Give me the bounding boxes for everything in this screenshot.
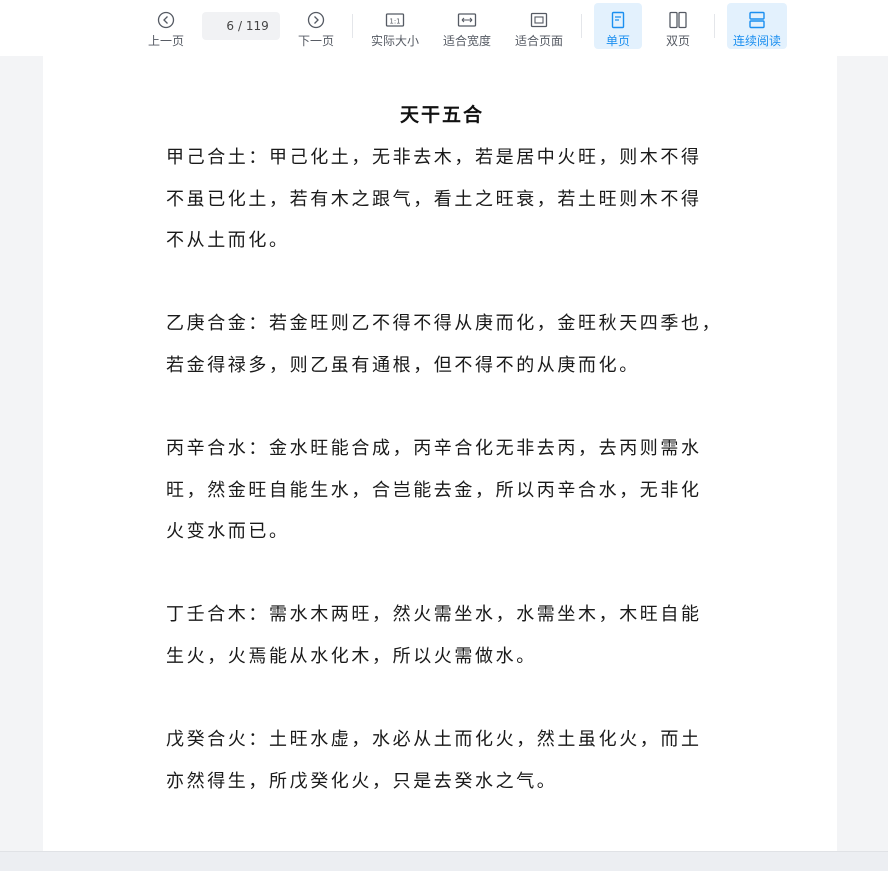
double-page-button[interactable]: 双页 [654, 3, 702, 49]
prev-page-button[interactable]: 上一页 [146, 3, 186, 49]
svg-text:1:1: 1:1 [389, 17, 400, 25]
fit-width-button[interactable]: 适合宽度 [441, 3, 493, 49]
continuous-reading-button[interactable]: 连续阅读 [727, 3, 787, 49]
fit-width-label: 适合宽度 [442, 34, 491, 48]
double-page-label: 双页 [665, 34, 690, 48]
single-page-icon [610, 9, 626, 30]
viewer-toolbar: 上一页 6 / 119 下一页 1:1 实际大小 适合宽度 适合页面 单页 双页… [0, 0, 888, 56]
paragraph-wugui: 戊癸合火：土旺水虚，水必从土而化火，然土虽化火，而土 亦然得生，所戊癸化火，只是… [166, 719, 726, 802]
paragraph-line: 不从土而化。 [166, 230, 290, 251]
continuous-reading-icon [748, 9, 766, 30]
horizontal-scrollbar[interactable] [0, 851, 888, 871]
paragraph-line: 旺，然金旺自能生水，合岂能去金，所以丙辛合水，无非化 [166, 479, 702, 501]
paragraph-jiaji: 甲己合土：甲己化土，无非去木，若是居中火旺，则木不得 不虽已化土，若有木之跟气，… [166, 137, 726, 262]
next-page-button[interactable]: 下一页 [296, 3, 336, 49]
next-page-label: 下一页 [297, 34, 334, 48]
paragraph-line: 火变水而已。 [166, 521, 290, 542]
document-title: 天干五合 [399, 104, 484, 126]
single-page-button[interactable]: 单页 [594, 3, 642, 49]
toolbar-divider [581, 14, 582, 38]
actual-size-label: 实际大小 [370, 34, 419, 48]
paragraph-line: 亦然得生，所戊癸化火，只是去癸水之气。 [166, 770, 558, 792]
page-indicator: 6 / 119 [202, 12, 280, 40]
chevron-right-icon [307, 9, 325, 30]
fit-page-button[interactable]: 适合页面 [513, 3, 565, 49]
paragraph-line: 生火，火焉能从水化木，所以火需做水。 [166, 645, 537, 667]
actual-size-button[interactable]: 1:1 实际大小 [369, 3, 421, 49]
paragraph-line: 戊癸合火：土旺水虚，水必从土而化火，然土虽化火，而土 [166, 729, 702, 750]
current-page-input[interactable]: 6 [202, 19, 238, 33]
paragraph-line: 甲己合土：甲己化土，无非去木，若是居中火旺，则木不得 [166, 147, 702, 168]
double-page-icon [668, 9, 688, 30]
actual-size-icon: 1:1 [385, 9, 405, 30]
single-page-label: 单页 [605, 34, 630, 48]
paragraph-line: 不虽已化土，若有木之跟气，看土之旺衰，若土旺则木不得 [166, 188, 702, 210]
prev-page-label: 上一页 [147, 34, 184, 48]
paragraph-line: 若金得禄多，则乙虽有通根，但不得不的从庚而化。 [166, 354, 640, 376]
toolbar-divider [714, 14, 715, 38]
paragraph-dingren: 丁壬合木：需水木两旺，然火需坐水，水需坐木，木旺自能 生火，火焉能从水化木，所以… [166, 594, 726, 677]
paragraph-bingxin: 丙辛合水：金水旺能合成，丙辛合化无非去丙，去丙则需水 旺，然金旺自能生水，合岂能… [166, 428, 726, 553]
fit-page-icon [529, 9, 549, 30]
paragraph-line: 乙庚合金：若金旺则乙不得不得从庚而化，金旺秋天四季也， [166, 313, 723, 334]
paragraph-yigeng: 乙庚合金：若金旺则乙不得不得从庚而化，金旺秋天四季也， 若金得禄多，则乙虽有通根… [166, 303, 726, 386]
toolbar-divider [352, 14, 353, 38]
fit-page-label: 适合页面 [514, 34, 563, 48]
fit-width-icon [457, 9, 477, 30]
paragraph-line: 丙辛合水：金水旺能合成，丙辛合化无非去丙，去丙则需水 [166, 438, 702, 459]
chevron-left-icon [157, 9, 175, 30]
continuous-reading-label: 连续阅读 [732, 34, 781, 48]
paragraph-line: 丁壬合木：需水木两旺，然火需坐水，水需坐木，木旺自能 [166, 604, 702, 625]
total-pages: / 119 [238, 19, 269, 33]
